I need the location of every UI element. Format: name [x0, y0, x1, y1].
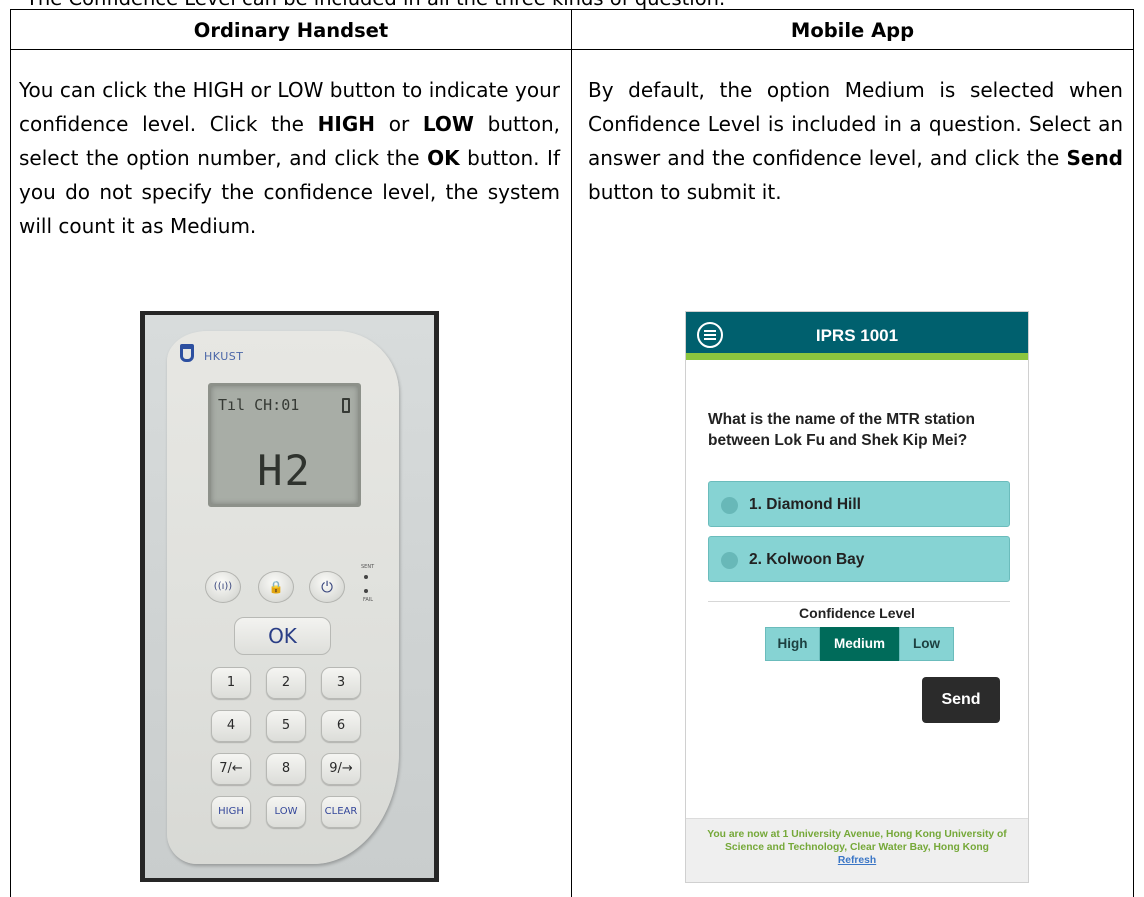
key-8: 8 [266, 753, 306, 785]
confidence-low-button[interactable]: Low [899, 627, 954, 661]
clicker-handset: HKUST Tıl CH:01 H2 ((ı)) 🔒 ⏻ SENT FAIL O… [167, 331, 399, 864]
led-label-sent: SENT [361, 564, 375, 570]
handset-text-ok: OK [427, 146, 460, 170]
send-button[interactable]: Send [922, 677, 1000, 723]
answer-option-label: 2. Kolwoon Bay [749, 551, 865, 568]
divider [708, 601, 1010, 602]
confidence-level-label: Confidence Level [799, 605, 915, 621]
mobile-app-screenshot: IPRS 1001 What is the name of the MTR st… [685, 311, 1029, 883]
handset-photo: HKUST Tıl CH:01 H2 ((ı)) 🔒 ⏻ SENT FAIL O… [140, 311, 439, 882]
lock-button: 🔒 [258, 571, 294, 603]
handset-text-2: or [375, 112, 423, 136]
location-message: You are now at 1 University Avenue, Hong… [707, 829, 1007, 853]
key-5: 5 [266, 710, 306, 742]
key-clear: CLEAR [321, 796, 361, 828]
led-label-fail: FAIL [363, 597, 374, 603]
confidence-medium-button[interactable]: Medium [820, 627, 899, 661]
column-heading-ordinary-handset: Ordinary Handset [193, 19, 389, 42]
table-middle-border [571, 9, 572, 897]
confidence-high-button[interactable]: High [765, 627, 820, 661]
ok-key: OK [234, 617, 331, 655]
fail-led [364, 589, 368, 593]
lcd-answer: H2 [257, 446, 312, 495]
handset-text-high: HIGH [317, 112, 376, 136]
channel-button: ((ı)) [205, 571, 241, 603]
answer-option-label: 1. Diamond Hill [749, 496, 861, 513]
app-text-send: Send [1066, 146, 1123, 170]
table-right-border [1133, 9, 1134, 897]
radio-icon [721, 497, 738, 514]
key-6: 6 [321, 710, 361, 742]
sent-led [364, 575, 368, 579]
handset-instructions: You can click the HIGH or LOW button to … [19, 73, 560, 243]
answer-option-2[interactable]: 2. Kolwoon Bay [708, 536, 1010, 582]
key-high: HIGH [211, 796, 251, 828]
hkust-logo-icon [180, 344, 194, 362]
answer-option-1[interactable]: 1. Diamond Hill [708, 481, 1010, 527]
table-left-border [10, 9, 11, 897]
app-instructions: By default, the option Medium is selecte… [588, 73, 1123, 209]
table-header-divider [10, 49, 1134, 50]
key-7: 7/← [211, 753, 251, 785]
handset-lcd: Tıl CH:01 H2 [208, 383, 361, 507]
handset-brand: HKUST [204, 350, 244, 363]
handset-text-low: LOW [422, 112, 474, 136]
table-top-border [10, 9, 1134, 10]
key-9: 9/→ [321, 753, 361, 785]
key-2: 2 [266, 667, 306, 699]
lcd-channel: Tıl CH:01 [218, 396, 300, 414]
refresh-link[interactable]: Refresh [694, 854, 1020, 867]
radio-icon [721, 552, 738, 569]
power-button: ⏻ [309, 571, 345, 603]
column-heading-mobile-app: Mobile App [790, 19, 915, 42]
app-title: IPRS 1001 [815, 326, 899, 345]
key-4: 4 [211, 710, 251, 742]
app-header: IPRS 1001 [686, 312, 1028, 360]
app-text-1: By default, the option Medium is selecte… [588, 78, 1123, 170]
key-3: 3 [321, 667, 361, 699]
location-text: You are now at 1 University Avenue, Hong… [694, 828, 1020, 867]
battery-icon [342, 398, 350, 413]
key-1: 1 [211, 667, 251, 699]
location-footer: You are now at 1 University Avenue, Hong… [686, 818, 1028, 882]
app-text-2: button to submit it. [588, 180, 782, 204]
key-low: LOW [266, 796, 306, 828]
question-text: What is the name of the MTR station betw… [708, 411, 975, 449]
